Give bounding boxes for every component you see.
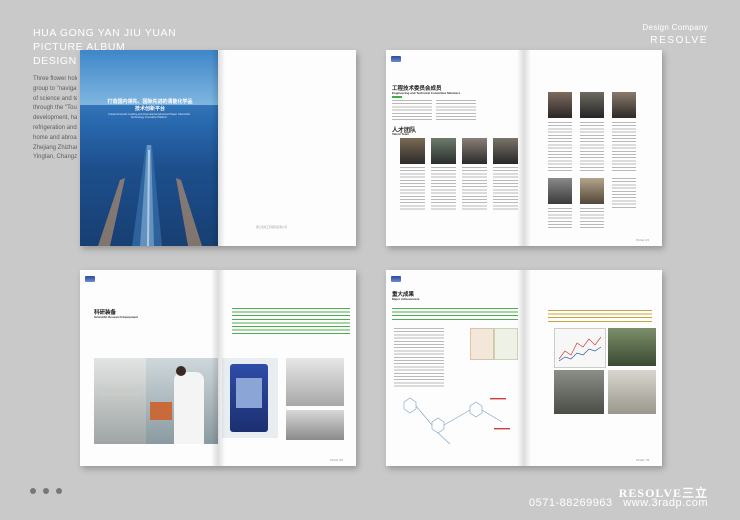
pager-dots <box>30 488 62 494</box>
committee-page-right: PAGE 3/4 <box>524 50 662 246</box>
spread-achievements[interactable]: 重大成果 Major Achievement PAGE 7/8 <box>386 270 662 466</box>
achievements-page-right: PAGE 7/8 <box>524 270 662 466</box>
committee-subtitle: Engineering and Technical Committee Memb… <box>392 91 461 95</box>
bio-text <box>580 122 604 172</box>
phone-number: 0571-88269963 <box>528 497 613 509</box>
tank-photo <box>608 370 656 414</box>
institute-logo <box>85 276 97 282</box>
bio-text <box>462 167 487 212</box>
factory-photo <box>554 370 604 414</box>
folio: PAGE 7/8 <box>636 458 650 462</box>
cover-page: 打造国内领先、国际先进的清能化学品 技术创新平台 Create Domestic… <box>80 50 218 246</box>
brand-name: RESOLVE <box>650 35 708 46</box>
logo-mark <box>85 276 95 282</box>
bio-text <box>493 167 518 212</box>
intro-line: of science and techn <box>33 95 77 102</box>
cover-back-footer: 浙江省化工研究院有限公司 <box>256 226 288 229</box>
achievement-text <box>394 328 444 388</box>
cover-back-page: 浙江省化工研究院有限公司 <box>218 50 356 246</box>
intro-line: home and abroad " <box>33 134 77 141</box>
factory-photo <box>608 328 656 366</box>
equipment-description <box>232 308 350 336</box>
chemical-structure-diagram <box>403 397 510 445</box>
instrument-photo <box>222 358 278 438</box>
institute-logo <box>391 276 403 282</box>
spread-gutter <box>517 50 531 246</box>
instrument-photo <box>286 358 344 406</box>
committee-page-left: 工程技术委员会成员 Engineering and Technical Comm… <box>386 50 524 246</box>
spread-gutter <box>211 50 225 246</box>
instrument-photo <box>286 410 344 440</box>
spread-gutter <box>517 270 531 466</box>
equipment-subtitle: Scientific Research Equipment <box>94 315 139 319</box>
member-photo <box>400 138 425 164</box>
lab-photo <box>94 358 146 444</box>
achievement-summary <box>392 308 518 320</box>
intro-text: Three flower holding group to "navigate … <box>33 75 77 165</box>
intro-line: Yingtan, Changzhou <box>33 154 77 161</box>
achievements-subtitle: Major Achievement <box>392 297 420 301</box>
institute-logo <box>391 56 403 62</box>
certificate-image <box>470 328 494 360</box>
chart-screenshot <box>554 328 606 368</box>
logo-mark <box>391 276 401 282</box>
member-text <box>392 100 432 120</box>
contact-line: 0571-88269963 www.3radp.com <box>529 497 708 509</box>
member-photo <box>548 92 572 118</box>
member-photo <box>612 92 636 118</box>
member-text <box>436 100 476 120</box>
brand-block: Design Company RESOLVE <box>642 23 708 46</box>
member-photo <box>548 178 572 204</box>
ocean-wake-image <box>98 145 202 246</box>
pager-dot[interactable] <box>30 488 36 494</box>
bio-text <box>548 122 572 172</box>
intro-line: refrigeration and ai <box>33 124 77 131</box>
accent-bar <box>392 96 402 98</box>
spread-gutter <box>211 270 225 466</box>
member-photo <box>431 138 456 164</box>
certificate-image <box>494 328 518 360</box>
bio-text <box>400 167 425 212</box>
album-title-line: HUA GONG YAN JIU YUAN <box>33 27 177 39</box>
achievement-highlight <box>548 310 652 324</box>
bio-text <box>612 122 636 172</box>
member-photo <box>580 178 604 204</box>
member-photo <box>462 138 487 164</box>
spread-committee[interactable]: 工程技术委员会成员 Engineering and Technical Comm… <box>386 50 662 246</box>
website-link[interactable]: www.3radp.com <box>623 497 708 509</box>
achievements-page-left: 重大成果 Major Achievement <box>386 270 524 466</box>
spread-cover[interactable]: 打造国内领先、国际先进的清能化学品 技术创新平台 Create Domestic… <box>80 50 356 246</box>
bio-text <box>431 167 456 212</box>
team-subtitle: Talent Team <box>392 132 410 136</box>
member-photo <box>580 92 604 118</box>
intro-line: Three flower holding <box>33 76 77 82</box>
pager-dot[interactable] <box>56 488 62 494</box>
lab-photo <box>146 358 218 444</box>
folio: PAGE 5/6 <box>330 458 344 462</box>
intro-line: Zhejiang Zhizhang <box>33 144 77 151</box>
company-label: Design Company <box>642 23 708 32</box>
intro-line: through the "Touch <box>33 105 77 112</box>
intro-line: group to "navigate <box>33 85 77 92</box>
intro-line: development, has to <box>33 115 77 122</box>
spread-equipment[interactable]: 科研装备 Scientific Research Equipment PAGE … <box>80 270 356 466</box>
bio-text <box>580 208 604 228</box>
folio: PAGE 3/4 <box>636 238 650 242</box>
logo-mark <box>391 56 401 62</box>
equipment-page-right: PAGE 5/6 <box>218 270 356 466</box>
pager-dot[interactable] <box>43 488 49 494</box>
bio-text <box>612 178 636 208</box>
bio-text <box>548 208 572 228</box>
member-photo <box>493 138 518 164</box>
equipment-page-left: 科研装备 Scientific Research Equipment <box>80 270 218 466</box>
